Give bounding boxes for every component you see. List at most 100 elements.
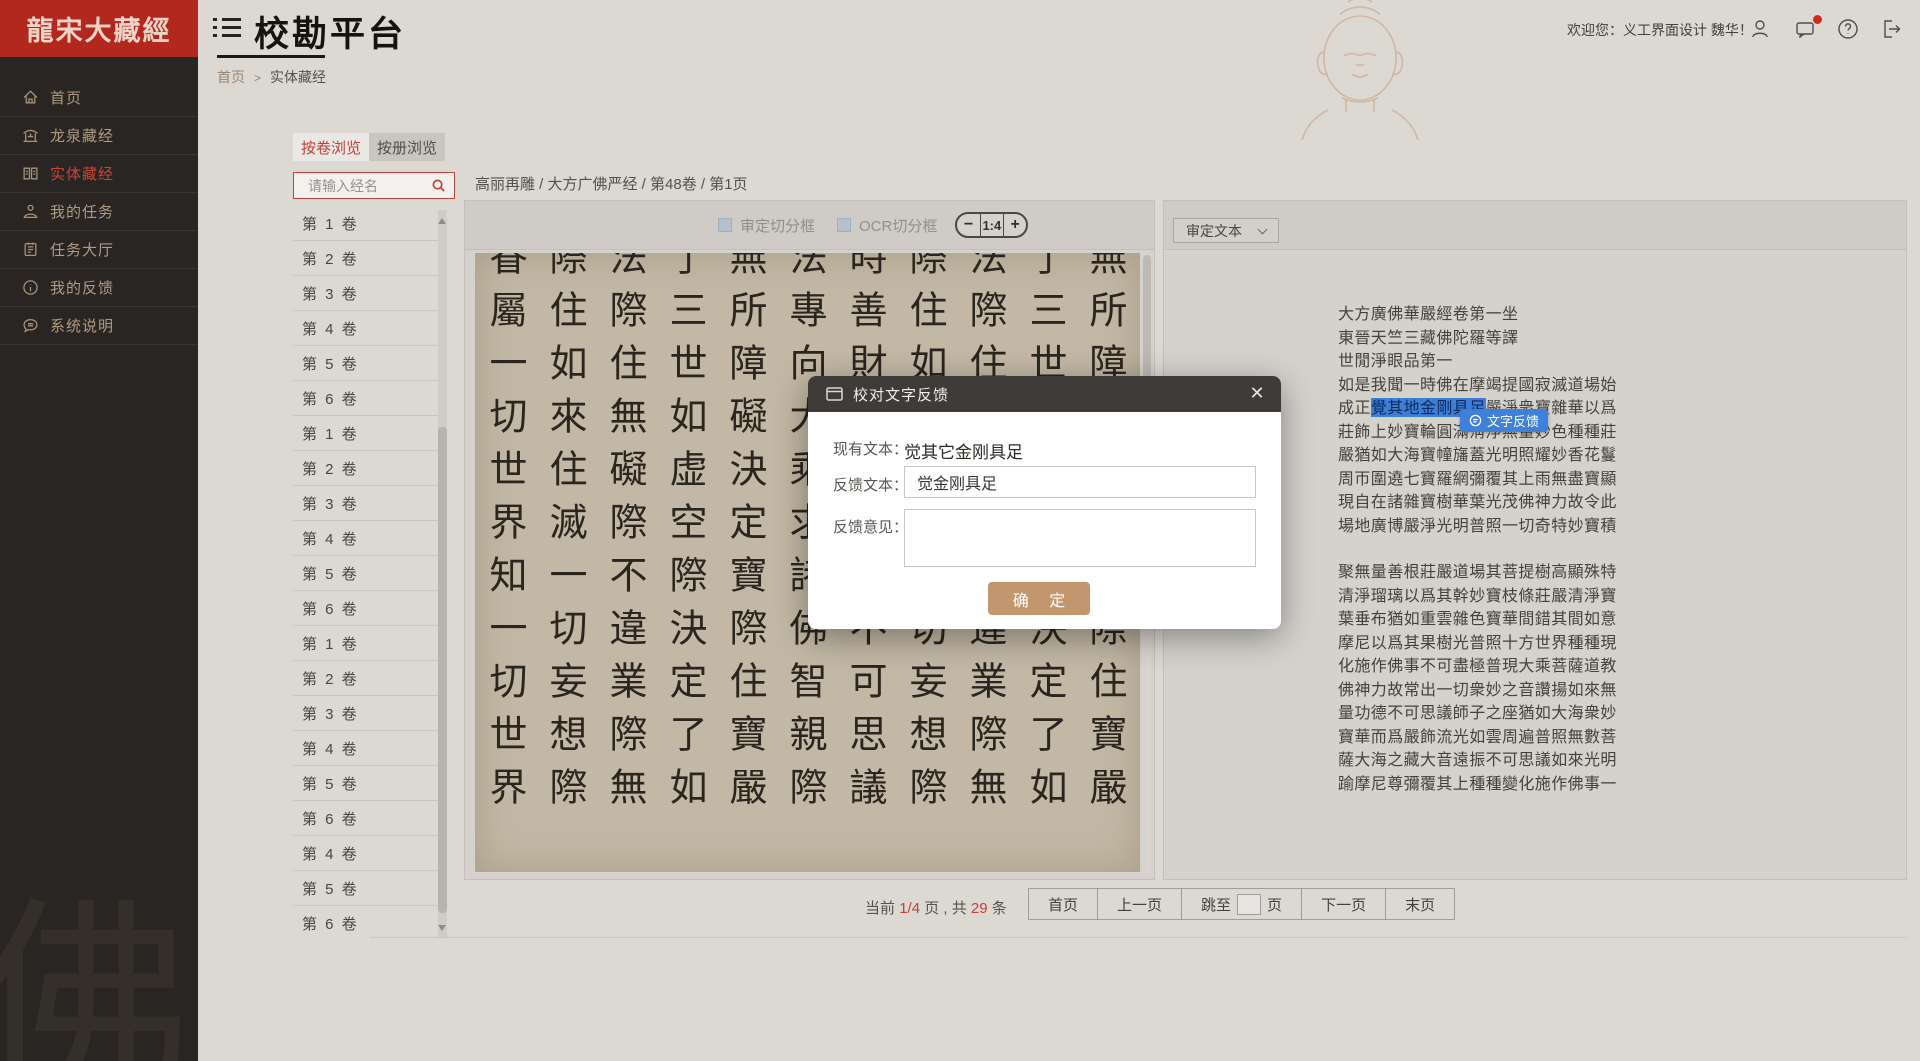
sidebar-item-label: 我的反馈 — [50, 277, 114, 298]
page-title: 校勘平台 — [254, 6, 406, 57]
breadcrumb-home[interactable]: 首页 — [217, 69, 245, 85]
volume-list-item[interactable]: 第 4 卷 — [293, 836, 439, 871]
volume-list-item[interactable]: 第 4 卷 — [293, 311, 439, 346]
volume-list-item[interactable]: 第 4 卷 — [293, 731, 439, 766]
search-placeholder: 请输入经名 — [308, 176, 431, 196]
sidebar-item-taskhall[interactable]: 任务大厅 — [0, 231, 198, 269]
volume-list-item[interactable]: 第 1 卷 — [293, 206, 439, 241]
volume-list-item[interactable]: 第 1 卷 — [293, 626, 439, 661]
sidebar-item-shiti[interactable]: 实体藏经 — [0, 155, 198, 193]
sidebar-item-home[interactable]: 首页 — [0, 79, 198, 117]
volume-list-item[interactable]: 第 4 卷 — [293, 521, 439, 556]
volume-list-item[interactable]: 第 2 卷 — [293, 451, 439, 486]
volume-list-item[interactable]: 第 6 卷 — [293, 906, 439, 940]
text-line: 大方廣佛華嚴經卷第一坐 — [1338, 302, 1638, 326]
pagination-info: 当前 1/4 页 , 共 29 条 — [865, 897, 1007, 918]
comment-icon — [22, 317, 39, 334]
user-icon[interactable] — [1748, 17, 1772, 41]
current-text-value: 觉其它金刚具足 — [904, 438, 1023, 463]
text-line: 如是我聞一時佛在摩竭提國寂滅道場始 — [1338, 373, 1638, 397]
text-version-dropdown[interactable]: 审定文本 — [1173, 218, 1279, 243]
volume-list-item[interactable]: 第 5 卷 — [293, 766, 439, 801]
confirm-button[interactable]: 确 定 — [988, 582, 1090, 615]
text-feedback-tooltip-button[interactable]: 文字反馈 — [1460, 409, 1548, 432]
text-line: 葉垂布猶如重雲雜色寶華間錯其間如意 — [1338, 607, 1638, 631]
volume-list-item[interactable]: 第 3 卷 — [293, 486, 439, 521]
footer-divider — [370, 937, 1907, 938]
sidebar-item-label: 龙泉藏经 — [50, 125, 114, 146]
text-line: 量功德不可思議師子之座猶如大海衆妙 — [1338, 701, 1638, 725]
logout-icon[interactable] — [1879, 17, 1903, 41]
breadcrumb-current: 实体藏经 — [270, 69, 326, 85]
scan-column: 法際住無礙際不違業際無 — [595, 253, 655, 872]
tab-by-volume[interactable]: 按卷浏览 — [293, 133, 369, 161]
scroll-down-arrow[interactable] — [438, 925, 446, 931]
volume-list-item[interactable]: 第 2 卷 — [293, 661, 439, 696]
text-line: 摩尼以爲其果樹光普照十方世界種種現 — [1338, 631, 1638, 655]
zoom-in-button[interactable]: + — [1004, 214, 1026, 236]
comment-textarea[interactable] — [904, 509, 1256, 567]
review-boxes-checkbox[interactable] — [718, 218, 732, 232]
close-icon[interactable]: ✕ — [1247, 384, 1267, 404]
feedback-modal: 校对文字反馈 ✕ 现有文本： 觉其它金刚具足 反馈文本： 反馈意见： 确 定 — [808, 376, 1281, 629]
scan-column: 眷屬一切世界知一切世界 — [475, 253, 535, 872]
text-line: 周帀圍遶七寶羅網彌覆其上雨無盡寶顯 — [1338, 467, 1638, 491]
feedback-text-input[interactable] — [904, 466, 1256, 498]
help-icon[interactable] — [1836, 17, 1860, 41]
volume-list-item[interactable]: 第 5 卷 — [293, 346, 439, 381]
tab-by-album[interactable]: 按册浏览 — [369, 133, 445, 161]
scroll-up-arrow[interactable] — [438, 218, 446, 224]
total-count: 29 — [971, 900, 988, 917]
search-icon[interactable] — [431, 178, 446, 193]
volume-list-item[interactable]: 第 5 卷 — [293, 871, 439, 906]
app-logo: 龍宋大藏經 — [0, 0, 198, 57]
sidebar-menu: 首页 龙泉藏经 实体藏经 我的任务 任务大厅 我的反馈 系统说明 — [0, 79, 198, 345]
sidebar: 龍宋大藏經 首页 龙泉藏经 实体藏经 我的任务 任务大厅 我的反馈 系统说明 — [0, 0, 198, 1061]
sidebar-watermark: 佛 — [0, 828, 192, 1061]
sidebar-item-longquan[interactable]: 龙泉藏经 — [0, 117, 198, 155]
sidebar-item-label: 任务大厅 — [50, 239, 114, 260]
sidebar-item-myfeedback[interactable]: 我的反馈 — [0, 269, 198, 307]
menu-toggle-icon[interactable] — [213, 16, 241, 40]
text-line: 場地廣博嚴淨光明普照一切奇特妙寶積 — [1338, 514, 1638, 538]
volume-list-item[interactable]: 第 3 卷 — [293, 696, 439, 731]
volume-list-item[interactable]: 第 3 卷 — [293, 276, 439, 311]
volume-list-item[interactable]: 第 5 卷 — [293, 556, 439, 591]
transcribed-text[interactable]: 大方廣佛華嚴經卷第一坐 東晉天竺三藏佛陀羅等譯 世閒淨眼品第一 如是我聞一時佛在… — [1338, 302, 1638, 795]
prev-page-button[interactable]: 上一页 — [1098, 889, 1182, 919]
scripture-search-input[interactable]: 请输入经名 — [293, 172, 455, 199]
list-scrollbar-thumb[interactable] — [438, 427, 447, 913]
text-line: 薩大海之藏大音遠振不可思議如來光明 — [1338, 748, 1638, 772]
scan-column: 了三世如虚空際決定了如 — [655, 253, 715, 872]
current-page: 1/4 — [899, 900, 920, 917]
home-icon — [22, 89, 39, 106]
zoom-out-button[interactable]: − — [957, 214, 979, 236]
scan-column: 無所障礙決定寶際住寶嚴 — [715, 253, 775, 872]
sidebar-item-systemhelp[interactable]: 系统说明 — [0, 307, 198, 345]
first-page-button[interactable]: 首页 — [1029, 889, 1098, 919]
transcription-toolbar: 审定文本 — [1164, 201, 1906, 250]
jump-page-input[interactable] — [1237, 894, 1261, 915]
volume-list-item[interactable]: 第 1 卷 — [293, 416, 439, 451]
sidebar-item-mytasks[interactable]: 我的任务 — [0, 193, 198, 231]
sidebar-item-label: 首页 — [50, 87, 82, 108]
volume-list-item[interactable]: 第 2 卷 — [293, 241, 439, 276]
volume-list-item[interactable]: 第 6 卷 — [293, 381, 439, 416]
breadcrumb: 首页>实体藏经 — [217, 67, 326, 87]
modal-titlebar: 校对文字反馈 — [808, 376, 1281, 412]
text-line: 世閒淨眼品第一 — [1338, 349, 1638, 373]
comment-label: 反馈意见： — [833, 516, 908, 537]
last-page-button[interactable]: 末页 — [1386, 889, 1454, 919]
volume-list-item[interactable]: 第 6 卷 — [293, 801, 439, 836]
zoom-level: 1:4 — [980, 214, 1004, 236]
volume-list: 第 1 卷第 2 卷第 3 卷第 4 卷第 5 卷第 6 卷第 1 卷第 2 卷… — [293, 206, 439, 940]
ocr-boxes-checkbox[interactable] — [837, 218, 851, 232]
volume-list-item[interactable]: 第 6 卷 — [293, 591, 439, 626]
scripture-breadcrumb: 高丽再雕 / 大方广佛严经 / 第48卷 / 第1页 — [475, 173, 748, 194]
next-page-button[interactable]: 下一页 — [1302, 889, 1386, 919]
window-icon — [826, 387, 843, 401]
pager: 首页 上一页 跳至 页 下一页 末页 — [1028, 888, 1455, 920]
user-task-icon — [22, 203, 39, 220]
hall-icon — [22, 241, 39, 258]
buddha-watermark — [1268, 0, 1453, 140]
